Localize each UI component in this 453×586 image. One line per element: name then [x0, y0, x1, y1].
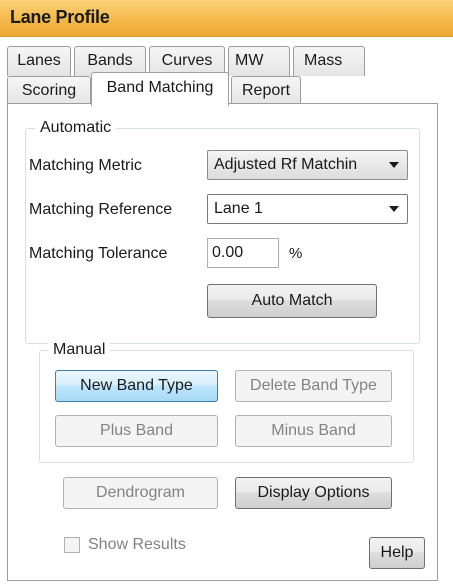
auto-match-button[interactable]: Auto Match: [207, 284, 377, 318]
tab-mass[interactable]: Mass: [293, 46, 365, 76]
panel-title: Lane Profile: [10, 7, 110, 27]
tab-scoring[interactable]: Scoring: [7, 76, 91, 106]
title-bar: Lane Profile: [0, 0, 453, 37]
tab-mw[interactable]: MW: [228, 46, 290, 76]
tab-report[interactable]: Report: [231, 76, 301, 106]
show-results-label: Show Results: [88, 536, 186, 553]
matching-reference-label: Matching Reference: [29, 201, 173, 218]
plus-band-button[interactable]: Plus Band: [55, 415, 218, 447]
tab-band-matching[interactable]: Band Matching: [91, 72, 229, 106]
lane-profile-panel: Lane Profile Lanes Bands Curves MW Mass …: [0, 0, 453, 586]
matching-tolerance-input[interactable]: [207, 238, 279, 268]
matching-reference-value: Lane 1: [214, 200, 263, 217]
matching-metric-select[interactable]: Adjusted Rf Matchin: [207, 150, 408, 180]
matching-reference-select[interactable]: Lane 1: [207, 194, 408, 224]
delete-band-type-button[interactable]: Delete Band Type: [235, 370, 392, 402]
chevron-down-icon: [389, 206, 399, 212]
matching-metric-value: Adjusted Rf Matchin: [214, 156, 358, 173]
tolerance-unit-label: %: [289, 245, 303, 262]
automatic-group-label: Automatic: [35, 119, 117, 137]
minus-band-button[interactable]: Minus Band: [235, 415, 392, 447]
band-matching-content: Automatic Matching Metric Adjusted Rf Ma…: [7, 103, 438, 581]
help-button[interactable]: Help: [369, 537, 425, 569]
matching-metric-label: Matching Metric: [29, 157, 142, 174]
display-options-button[interactable]: Display Options: [235, 477, 392, 509]
show-results-checkbox[interactable]: [64, 537, 80, 553]
new-band-type-button[interactable]: New Band Type: [55, 370, 218, 402]
tab-lanes[interactable]: Lanes: [7, 46, 71, 76]
dendrogram-button[interactable]: Dendrogram: [63, 477, 218, 509]
chevron-down-icon: [389, 162, 399, 168]
matching-tolerance-label: Matching Tolerance: [29, 245, 168, 262]
manual-group-label: Manual: [48, 341, 111, 359]
